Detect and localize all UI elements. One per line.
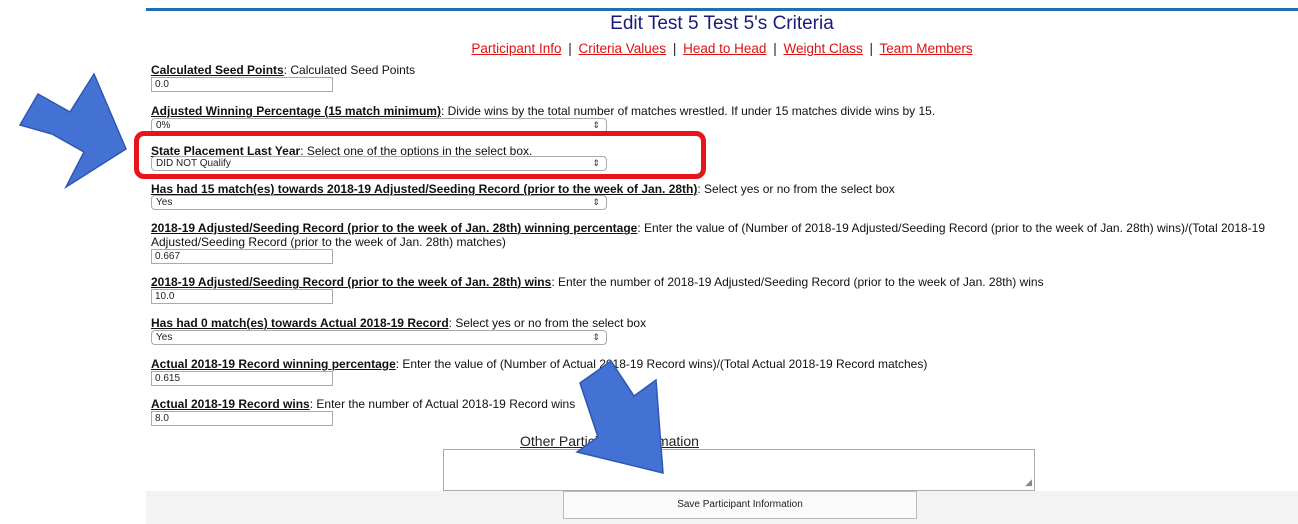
arrow-right-icon bbox=[18, 72, 127, 190]
annotation-arrows bbox=[18, 72, 664, 474]
arrow-down-icon bbox=[575, 359, 664, 474]
